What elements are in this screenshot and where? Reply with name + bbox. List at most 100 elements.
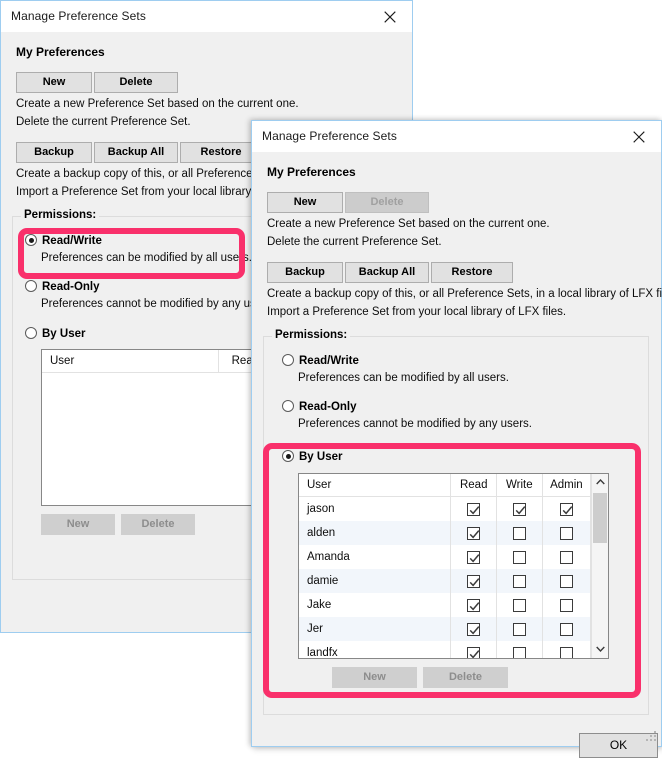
table-row[interactable]: Amanda [299, 545, 608, 569]
table-row[interactable]: jason [299, 496, 608, 521]
read-checkbox[interactable] [467, 550, 481, 564]
write-cell[interactable] [496, 641, 543, 658]
column-header-write-front[interactable]: Write [496, 474, 543, 497]
table-row[interactable]: damie [299, 569, 608, 593]
read-cell[interactable] [450, 545, 498, 569]
admin-cell[interactable] [542, 617, 592, 641]
table-row[interactable]: landfx [299, 641, 608, 658]
radio-dot-read-write-back[interactable] [25, 234, 37, 246]
radio-by-user-front[interactable]: By User [282, 450, 342, 463]
user-permissions-listbox-front[interactable]: User Read Write Admin jason alden Amanda da… [298, 473, 609, 659]
write-cell[interactable] [496, 569, 543, 593]
table-row[interactable]: Jake [299, 593, 608, 617]
scrollbar-thumb[interactable] [593, 493, 607, 543]
admin-checkbox[interactable] [559, 502, 573, 516]
admin-checkbox[interactable] [559, 550, 573, 564]
permissions-group-label-back: Permissions: [21, 209, 100, 221]
column-header-user-front[interactable]: User [299, 474, 452, 497]
admin-cell[interactable] [542, 545, 592, 569]
read-cell[interactable] [450, 593, 498, 617]
admin-checkbox[interactable] [559, 526, 573, 540]
read-cell[interactable] [450, 641, 498, 658]
read-checkbox[interactable] [467, 526, 481, 540]
user-table-scrollbar[interactable] [591, 474, 608, 658]
write-checkbox[interactable] [512, 646, 526, 658]
write-checkbox[interactable] [512, 526, 526, 540]
admin-checkbox[interactable] [559, 598, 573, 612]
hint-delete-back: Delete the current Preference Set. [16, 116, 191, 128]
window-title-front: Manage Preference Sets [262, 129, 397, 143]
radio-label-read-write-back: Read/Write [42, 235, 102, 247]
table-body-front: jason alden Amanda damie Jake Jer landfx [299, 496, 608, 658]
write-cell[interactable] [496, 593, 543, 617]
radio-by-user-back[interactable]: By User [25, 327, 85, 340]
admin-cell[interactable] [542, 593, 592, 617]
new-preference-set-button-back[interactable]: New [16, 72, 92, 93]
write-checkbox[interactable] [512, 598, 526, 612]
write-cell[interactable] [496, 496, 543, 521]
table-row[interactable]: alden [299, 521, 608, 545]
write-checkbox[interactable] [512, 550, 526, 564]
radio-dot-by-user-back[interactable] [25, 327, 37, 339]
restore-button-back[interactable]: Restore [180, 142, 262, 163]
section-title-my-preferences-front: My Preferences [267, 165, 356, 179]
admin-checkbox[interactable] [559, 574, 573, 588]
backup-all-button-back[interactable]: Backup All [94, 142, 178, 163]
write-checkbox[interactable] [512, 502, 526, 516]
read-cell[interactable] [450, 521, 498, 545]
backup-button-front[interactable]: Backup [267, 262, 343, 283]
radio-dot-read-only-front[interactable] [282, 400, 294, 412]
admin-checkbox[interactable] [559, 646, 573, 658]
read-checkbox[interactable] [467, 574, 481, 588]
column-header-user-back[interactable]: User [42, 350, 219, 373]
column-header-read-front[interactable]: Read [450, 474, 498, 497]
read-cell[interactable] [450, 617, 498, 641]
write-cell[interactable] [496, 617, 543, 641]
hint-delete-front: Delete the current Preference Set. [267, 236, 442, 248]
write-cell[interactable] [496, 521, 543, 545]
user-permissions-table-front: User Read Write Admin jason alden Amanda da… [299, 474, 608, 658]
write-cell[interactable] [496, 545, 543, 569]
restore-button-front[interactable]: Restore [431, 262, 513, 283]
admin-cell[interactable] [542, 496, 592, 521]
close-icon[interactable] [617, 121, 661, 151]
admin-cell[interactable] [542, 569, 592, 593]
radio-read-only-front[interactable]: Read-Only [282, 400, 357, 413]
resize-grip[interactable] [646, 731, 658, 743]
backup-button-back[interactable]: Backup [16, 142, 92, 163]
list-new-button-back[interactable]: New [41, 514, 115, 535]
list-delete-button-front: Delete [423, 667, 508, 688]
radio-dot-read-write-front[interactable] [282, 354, 294, 366]
close-icon[interactable] [368, 1, 412, 31]
new-preference-set-button-front[interactable]: New [267, 192, 343, 213]
read-checkbox[interactable] [467, 502, 481, 516]
read-checkbox[interactable] [467, 598, 481, 612]
radio-label-by-user-front: By User [299, 451, 343, 463]
list-delete-button-back[interactable]: Delete [121, 514, 195, 535]
radio-dot-read-only-back[interactable] [25, 280, 37, 292]
radio-read-write-front[interactable]: Read/Write [282, 354, 359, 367]
write-checkbox[interactable] [512, 574, 526, 588]
radio-dot-by-user-front[interactable] [282, 450, 294, 462]
admin-cell[interactable] [542, 641, 592, 658]
list-new-button-front: New [332, 667, 417, 688]
manage-preference-sets-window-front[interactable]: Manage Preference Sets My Preferences Ne… [251, 120, 662, 758]
read-cell[interactable] [450, 569, 498, 593]
write-checkbox[interactable] [512, 622, 526, 636]
backup-all-button-front[interactable]: Backup All [345, 262, 429, 283]
table-row[interactable]: Jer [299, 617, 608, 641]
read-cell[interactable] [450, 496, 498, 521]
chevron-down-icon[interactable] [592, 641, 608, 658]
admin-cell[interactable] [542, 521, 592, 545]
user-permissions-listbox-back[interactable]: User Read [41, 349, 273, 506]
read-checkbox[interactable] [467, 622, 481, 636]
radio-read-only-back[interactable]: Read-Only [25, 280, 100, 293]
radio-read-write-back[interactable]: Read/Write [25, 234, 102, 247]
user-name-cell: Jake [299, 593, 452, 617]
hint-backup-front: Create a backup copy of this, or all Pre… [267, 288, 662, 300]
chevron-up-icon[interactable] [592, 474, 608, 491]
read-checkbox[interactable] [467, 646, 481, 658]
admin-checkbox[interactable] [559, 622, 573, 636]
delete-preference-set-button-back[interactable]: Delete [94, 72, 178, 93]
column-header-admin-front[interactable]: Admin [542, 474, 592, 497]
